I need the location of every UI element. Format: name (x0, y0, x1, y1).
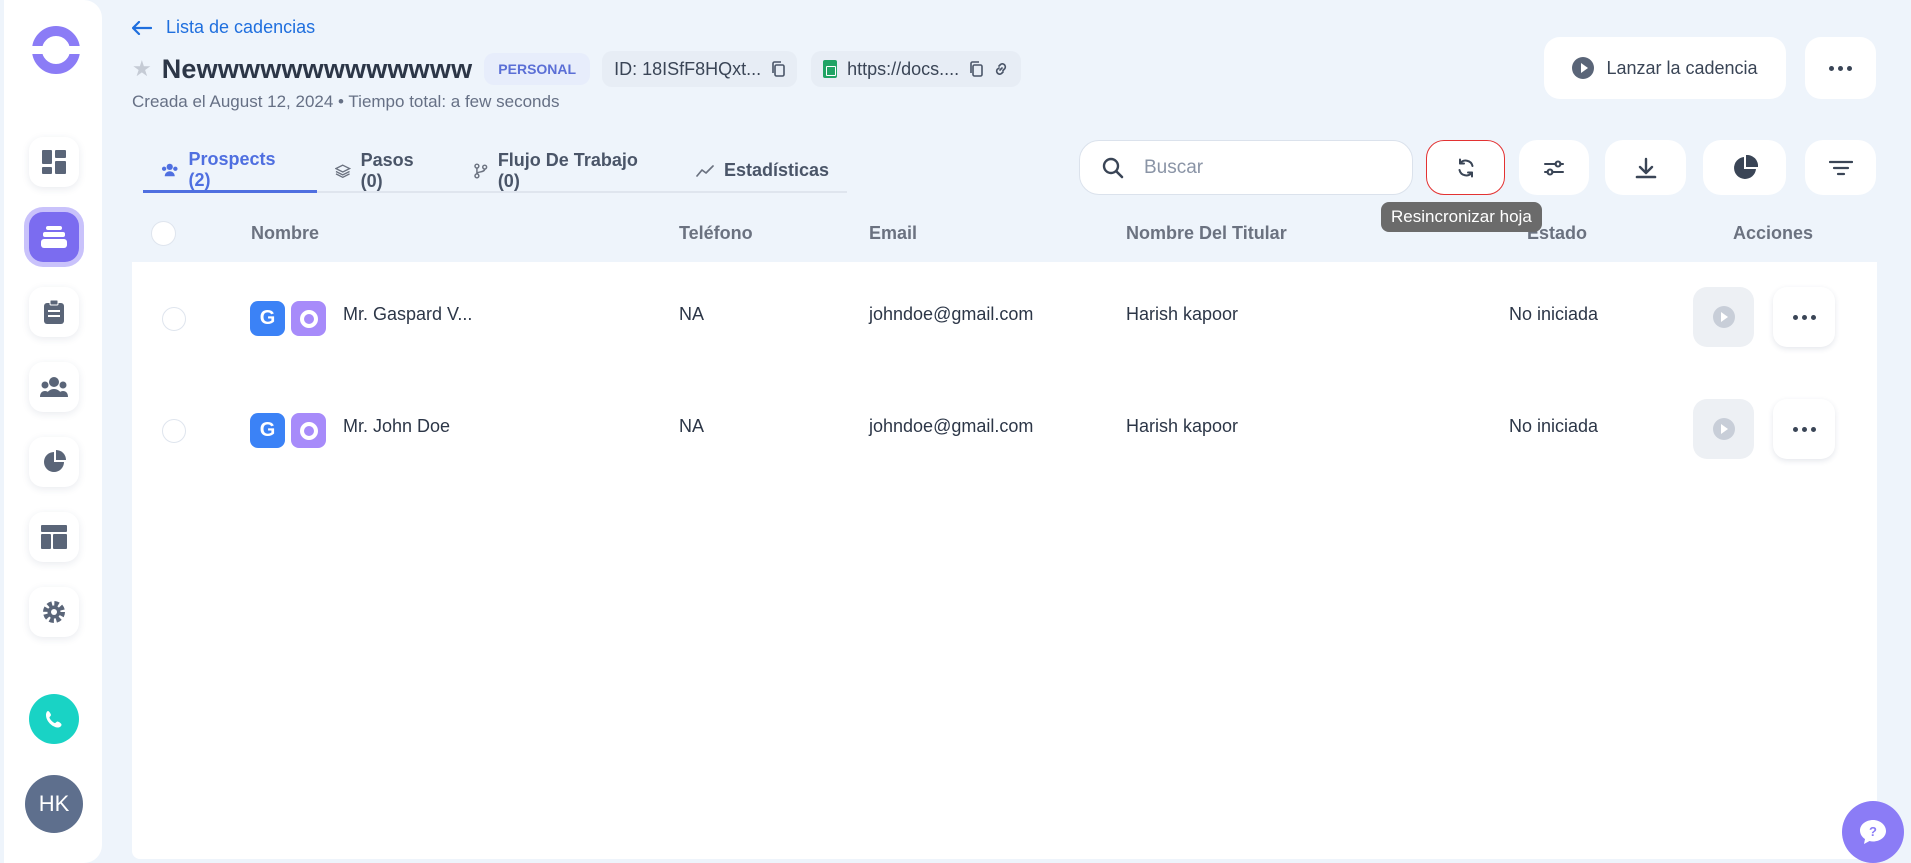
play-button[interactable] (1693, 399, 1754, 459)
prospect-status: No iniciada (1509, 416, 1599, 436)
back-link-label: Lista de cadencias (166, 17, 316, 37)
prospect-name[interactable]: Mr. John Doe (343, 416, 450, 437)
table-row[interactable]: G Mr. Gaspard V... NA johndoe@gmail.com … (132, 262, 1877, 374)
play-icon (1572, 57, 1595, 79)
prospect-owner: Harish kapoor (1126, 304, 1239, 324)
star-icon[interactable]: ★ (132, 56, 152, 82)
search-icon (1102, 157, 1124, 178)
sidebar: HK (4, 0, 102, 863)
filter-button[interactable] (1805, 140, 1876, 195)
nav-cadences-icon[interactable] (29, 212, 79, 262)
prospects-table: Nombre Teléfono Email Nombre Del Titular… (132, 205, 1877, 859)
back-link[interactable]: Lista de cadencias (132, 17, 315, 38)
select-all-checkbox[interactable] (151, 221, 176, 246)
app-logo[interactable] (30, 20, 82, 80)
title-row: ★ Newwwwwwwwwwwww PERSONAL ID: 18ISfF8HQ… (132, 51, 1035, 87)
play-icon (1712, 306, 1735, 328)
resync-tooltip: Resincronizar hoja (1381, 202, 1542, 232)
branch-icon (474, 162, 488, 179)
prospect-name[interactable]: Mr. Gaspard V... (343, 304, 472, 325)
nav-tasks-icon[interactable] (29, 287, 79, 337)
nav-templates-icon[interactable] (29, 512, 79, 562)
tab-workflow[interactable]: Flujo De Trabajo (0) (456, 150, 678, 191)
prospect-phone: NA (679, 304, 705, 324)
play-icon (1712, 418, 1735, 440)
avatar[interactable]: HK (25, 775, 83, 833)
svg-text:?: ? (1869, 824, 1877, 839)
tab-steps[interactable]: Pasos (0) (317, 150, 456, 191)
phone-icon[interactable] (29, 694, 79, 744)
tab-statistics[interactable]: Estadísticas (678, 150, 847, 191)
col-email[interactable]: Email (869, 223, 917, 244)
sheet-url-label: https://docs.... (847, 58, 960, 79)
more-options-button[interactable] (1805, 37, 1876, 99)
tab-statistics-label: Estadísticas (723, 160, 830, 180)
help-chat-icon[interactable]: ? (1842, 801, 1904, 863)
stats-button[interactable] (1703, 140, 1786, 195)
tab-workflow-label: Flujo De Trabajo (0) (497, 149, 638, 191)
row-checkbox[interactable] (162, 307, 186, 331)
layers-icon (335, 163, 351, 178)
link-icon[interactable] (993, 61, 1009, 77)
prospect-email: johndoe@gmail.com (869, 304, 1034, 324)
arrow-left-icon (132, 20, 152, 35)
row-checkbox[interactable] (162, 419, 186, 443)
sheet-url-chip: https://docs.... (811, 51, 1022, 87)
type-badge: PERSONAL (484, 53, 591, 85)
pie-chart-icon (1733, 154, 1758, 179)
people-icon (161, 163, 178, 177)
filter-icon (1828, 160, 1853, 175)
id-chip-label: ID: 18ISfF8HQxt... (614, 58, 762, 79)
prospect-status: No iniciada (1509, 304, 1599, 324)
row-more-button[interactable] (1773, 287, 1835, 347)
table-header: Nombre Teléfono Email Nombre Del Titular… (132, 205, 1877, 262)
table-row[interactable]: G Mr. John Doe NA johndoe@gmail.com Hari… (132, 374, 1877, 486)
refresh-icon (1458, 158, 1473, 177)
more-icon (1829, 65, 1852, 71)
google-icon: G (250, 413, 285, 448)
nav-reports-icon[interactable] (29, 437, 79, 487)
cadence-meta: Creada el August 12, 2024 • Tiempo total… (132, 92, 560, 111)
more-icon (1792, 314, 1816, 320)
tab-bar: Prospects (2) Pasos (0) Flujo De Trabajo… (143, 149, 847, 193)
col-phone[interactable]: Teléfono (679, 223, 753, 244)
nav-settings-icon[interactable] (29, 587, 79, 637)
google-sheets-icon (823, 60, 838, 78)
search-input[interactable] (1144, 156, 1374, 179)
settings-sliders-button[interactable] (1519, 140, 1589, 195)
resync-sheet-button[interactable] (1426, 140, 1505, 195)
download-icon (1635, 157, 1656, 178)
prospect-owner: Harish kapoor (1126, 416, 1239, 436)
play-button[interactable] (1693, 287, 1754, 347)
tab-prospects-label: Prospects (2) (188, 149, 276, 190)
trend-icon (696, 164, 714, 177)
copy-icon[interactable] (969, 61, 983, 77)
col-name[interactable]: Nombre (251, 223, 319, 244)
table-body: G Mr. Gaspard V... NA johndoe@gmail.com … (132, 262, 1877, 859)
sliders-icon (1544, 160, 1564, 175)
prospect-phone: NA (679, 416, 705, 436)
prospect-email: johndoe@gmail.com (869, 416, 1034, 436)
download-button[interactable] (1605, 140, 1686, 195)
nav-people-icon[interactable] (29, 362, 79, 412)
cadence-source-icon (291, 413, 326, 448)
google-icon: G (250, 301, 285, 336)
launch-cadence-button[interactable]: Lanzar la cadencia (1544, 37, 1786, 99)
id-chip: ID: 18ISfF8HQxt... (602, 51, 798, 87)
launch-cadence-label: Lanzar la cadencia (1606, 57, 1758, 78)
col-owner[interactable]: Nombre Del Titular (1126, 223, 1287, 244)
row-more-button[interactable] (1773, 399, 1835, 459)
cadence-source-icon (291, 301, 326, 336)
nav-dashboard-icon[interactable] (29, 137, 79, 187)
tab-steps-label: Pasos (0) (360, 149, 414, 191)
tab-prospects[interactable]: Prospects (2) (143, 149, 318, 193)
search-box (1079, 140, 1413, 195)
copy-icon[interactable] (771, 61, 785, 77)
page-title: Newwwwwwwwwwwww (161, 53, 473, 84)
col-actions: Acciones (1733, 223, 1814, 243)
more-icon (1792, 426, 1816, 432)
